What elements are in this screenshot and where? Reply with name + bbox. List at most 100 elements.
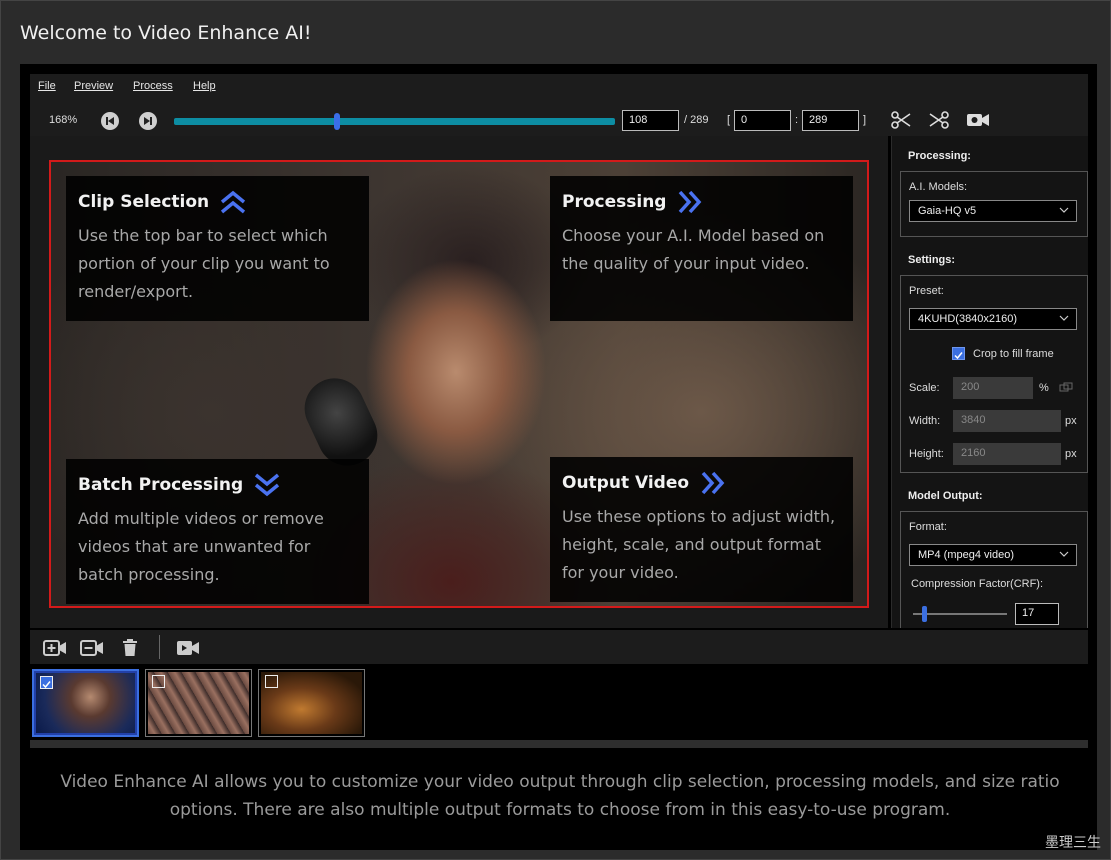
skip-back-icon [106, 117, 114, 125]
preset-label: Preset: [909, 285, 944, 297]
clip-thumbnail-2[interactable] [145, 669, 252, 737]
skip-forward-icon [144, 117, 152, 125]
timeline-slider[interactable] [174, 113, 615, 130]
clip-checkbox-1[interactable] [40, 676, 53, 689]
settings-panel: Processing: A.I. Models: Gaia-HQ v5 Sett… [891, 136, 1088, 628]
range-end-input[interactable]: 289 [802, 110, 859, 131]
format-label: Format: [909, 521, 947, 533]
clip-checkbox-3[interactable] [265, 675, 278, 688]
processing-section-title: Processing: [908, 150, 971, 162]
menu-preview[interactable]: Preview [74, 80, 113, 92]
scale-label: Scale: [909, 382, 940, 394]
scale-unit: % [1039, 382, 1049, 394]
delete-button[interactable] [121, 639, 139, 662]
settings-section-title: Settings: [908, 254, 956, 266]
crf-input[interactable]: 17 [1015, 603, 1059, 625]
output-video-title: Output Video [562, 473, 690, 493]
processing-title: Processing [562, 192, 667, 212]
width-input[interactable]: 3840 [953, 410, 1061, 432]
batch-processing-body: Add multiple videos or remove videos tha… [78, 509, 324, 584]
model-output-section-title: Model Output: [908, 490, 983, 502]
chevrons-right-icon [679, 190, 702, 214]
chevron-down-icon [1059, 551, 1069, 557]
scissors-icon [891, 111, 911, 129]
processing-card: Processing Choose your A.I. Model based … [550, 176, 853, 321]
chevrons-down-icon [255, 473, 280, 497]
video-camera-icon [177, 641, 199, 655]
current-frame-input[interactable]: 108 [622, 110, 679, 131]
range-close-bracket: ] [863, 114, 867, 126]
timeline-handle[interactable] [334, 113, 341, 130]
range-separator: : [795, 114, 799, 126]
window-title: Welcome to Video Enhance AI! [20, 22, 312, 44]
checkmark-icon [42, 681, 51, 689]
batch-processing-title: Batch Processing [78, 475, 244, 495]
remove-video-button[interactable] [80, 639, 104, 662]
horizontal-scrollbar[interactable] [30, 740, 1088, 748]
ai-model-select[interactable]: Gaia-HQ v5 [909, 200, 1077, 222]
camera-button[interactable] [966, 110, 990, 135]
add-video-icon [43, 640, 66, 656]
add-video-button[interactable] [43, 639, 67, 662]
menu-process[interactable]: Process [133, 80, 173, 92]
menu-help[interactable]: Help [193, 80, 216, 92]
chevrons-right-icon [701, 471, 725, 495]
menu-bar: File Preview Process Help [30, 74, 1088, 100]
height-input[interactable]: 2160 [953, 443, 1061, 465]
remove-video-icon [80, 640, 103, 656]
checkmark-icon [954, 352, 963, 360]
format-select[interactable]: MP4 (mpeg4 video) [909, 544, 1077, 566]
ai-models-label: A.I. Models: [909, 181, 968, 193]
clip-selection-card: Clip Selection Use the top bar to select… [66, 176, 369, 321]
range-open-bracket: [ [727, 114, 731, 126]
format-value: MP4 (mpeg4 video) [918, 549, 1014, 561]
height-label: Height: [909, 448, 944, 460]
crf-slider[interactable] [913, 606, 1007, 622]
scissors-button[interactable] [890, 110, 912, 135]
zoom-level: 168% [49, 114, 78, 126]
watermark: 墨理三生 [1045, 835, 1101, 851]
batch-processing-card: Batch Processing Add multiple videos or … [66, 459, 369, 604]
trash-icon [123, 639, 137, 656]
skip-forward-button[interactable] [139, 112, 157, 130]
timeline-toolbar: 168% 108 / 289 [ 0 : 289 ] [30, 100, 1088, 136]
description-caption: Video Enhance AI allows you to customize… [60, 772, 1060, 820]
crf-slider-handle[interactable] [922, 606, 928, 622]
menu-file[interactable]: File [38, 80, 56, 92]
width-label: Width: [909, 415, 941, 427]
batch-toolbar [30, 630, 1088, 664]
output-video-body: Use these options to adjust width, heigh… [562, 507, 836, 582]
processing-body: Choose your A.I. Model based on the qual… [562, 226, 825, 273]
range-start-input[interactable]: 0 [734, 110, 791, 131]
clip-thumbnail-1[interactable] [32, 669, 139, 737]
settings-group: Preset: 4KUHD(3840x2160) Crop to fill fr… [900, 275, 1088, 473]
ai-model-value: Gaia-HQ v5 [918, 205, 977, 217]
scale-input[interactable]: 200 [953, 377, 1033, 399]
height-unit: px [1065, 448, 1077, 460]
crop-checkbox[interactable] [952, 347, 965, 360]
chevrons-up-icon [221, 190, 246, 214]
total-frames: / 289 [684, 114, 709, 126]
clip-thumbnail-3[interactable] [258, 669, 365, 737]
clip-selection-title: Clip Selection [78, 192, 210, 212]
preset-value: 4KUHD(3840x2160) [918, 313, 1018, 325]
ai-models-group: A.I. Models: Gaia-HQ v5 [900, 171, 1088, 237]
preview-area: Clip Selection Use the top bar to select… [30, 136, 888, 628]
model-output-group: Format: MP4 (mpeg4 video) Compression Fa… [900, 511, 1088, 628]
app-window: File Preview Process Help 168% 108 / 289… [20, 64, 1097, 850]
link-aspect-icon[interactable] [1059, 382, 1073, 392]
chevron-down-icon [1059, 315, 1069, 321]
cut-segment-icon [929, 111, 949, 129]
skip-back-button[interactable] [101, 112, 119, 130]
crop-label: Crop to fill frame [973, 348, 1054, 360]
clip-selection-body: Use the top bar to select which portion … [78, 226, 330, 301]
width-unit: px [1065, 415, 1077, 427]
export-video-button[interactable] [176, 639, 200, 662]
output-video-card: Output Video Use these options to adjust… [550, 457, 853, 602]
clip-checkbox-2[interactable] [152, 675, 165, 688]
video-preview[interactable]: Clip Selection Use the top bar to select… [49, 160, 869, 608]
cut-segment-button[interactable] [928, 110, 950, 135]
preset-select[interactable]: 4KUHD(3840x2160) [909, 308, 1077, 330]
toolbar-divider [159, 635, 160, 659]
crf-label: Compression Factor(CRF): [911, 578, 1044, 590]
